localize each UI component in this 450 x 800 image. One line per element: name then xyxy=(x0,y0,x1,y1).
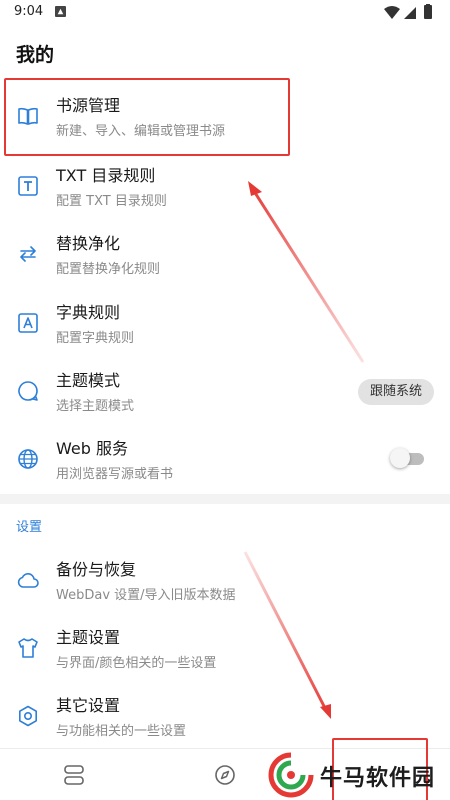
menu-subtitle: 与界面/颜色相关的一些设置 xyxy=(56,656,217,671)
menu-item-theme-mode[interactable]: 主题模式 选择主题模式 跟随系统 xyxy=(0,357,450,425)
menu-subtitle: 选择主题模式 xyxy=(56,399,135,414)
menu-title: TXT 目录规则 xyxy=(56,166,156,185)
hexagon-gear-icon xyxy=(19,705,37,727)
web-service-toggle[interactable] xyxy=(390,448,424,468)
menu-title: 其它设置 xyxy=(56,696,121,715)
menu-item-replace-rules[interactable]: 替换净化 配置替换净化规则 xyxy=(0,220,450,288)
dictionary-icon xyxy=(18,313,38,333)
menu-title: 主题模式 xyxy=(56,371,121,390)
menu-title: 主题设置 xyxy=(56,628,121,647)
status-icons xyxy=(384,4,432,19)
menu-subtitle: 配置字典规则 xyxy=(56,331,135,346)
compass-icon[interactable] xyxy=(213,763,237,787)
theme-mode-chip[interactable]: 跟随系统 xyxy=(357,379,434,405)
cloud-icon xyxy=(17,573,39,588)
watermark-text: 牛马软件园 xyxy=(320,766,436,791)
notification-icon xyxy=(55,6,66,17)
globe-icon xyxy=(18,449,38,469)
menu-subtitle: 配置 TXT 目录规则 xyxy=(56,194,167,209)
page-title: 我的 xyxy=(16,44,55,66)
section-divider xyxy=(0,494,450,504)
shirt-icon xyxy=(18,638,38,658)
menu-subtitle: 用浏览器写源或看书 xyxy=(56,467,174,482)
bookshelf-icon[interactable] xyxy=(62,763,86,787)
menu-item-web-service[interactable]: Web 服务 用浏览器写源或看书 xyxy=(0,425,450,493)
menu-title: Web 服务 xyxy=(56,439,128,458)
menu-subtitle: WebDav 设置/导入旧版本数据 xyxy=(56,588,236,603)
status-bar: 9:04 xyxy=(0,0,450,26)
text-box-icon xyxy=(18,176,38,196)
section-label-settings: 设置 xyxy=(16,520,43,535)
watermark-logo-icon xyxy=(268,752,314,798)
menu-item-txt-rules[interactable]: TXT 目录规则 配置 TXT 目录规则 xyxy=(0,152,450,220)
highlight-box-book-source xyxy=(4,78,290,156)
menu-subtitle: 与功能相关的一些设置 xyxy=(56,724,187,739)
menu-title: 字典规则 xyxy=(56,303,121,322)
toggle-knob xyxy=(390,448,410,468)
wifi-icon xyxy=(384,6,400,19)
watermark: 牛马软件园 xyxy=(268,752,450,798)
menu-title: 备份与恢复 xyxy=(56,560,137,579)
menu-item-theme-settings[interactable]: 主题设置 与界面/颜色相关的一些设置 xyxy=(0,614,450,682)
status-time: 9:04 xyxy=(14,4,44,19)
signal-icon xyxy=(404,7,416,19)
menu-item-dictionary-rules[interactable]: 字典规则 配置字典规则 xyxy=(0,289,450,357)
battery-icon xyxy=(424,4,432,19)
menu-subtitle: 配置替换净化规则 xyxy=(56,262,161,277)
theme-bubble-icon xyxy=(18,381,38,401)
swap-icon xyxy=(20,246,36,262)
menu-title: 替换净化 xyxy=(56,234,121,253)
menu-item-backup-restore[interactable]: 备份与恢复 WebDav 设置/导入旧版本数据 xyxy=(0,546,450,614)
